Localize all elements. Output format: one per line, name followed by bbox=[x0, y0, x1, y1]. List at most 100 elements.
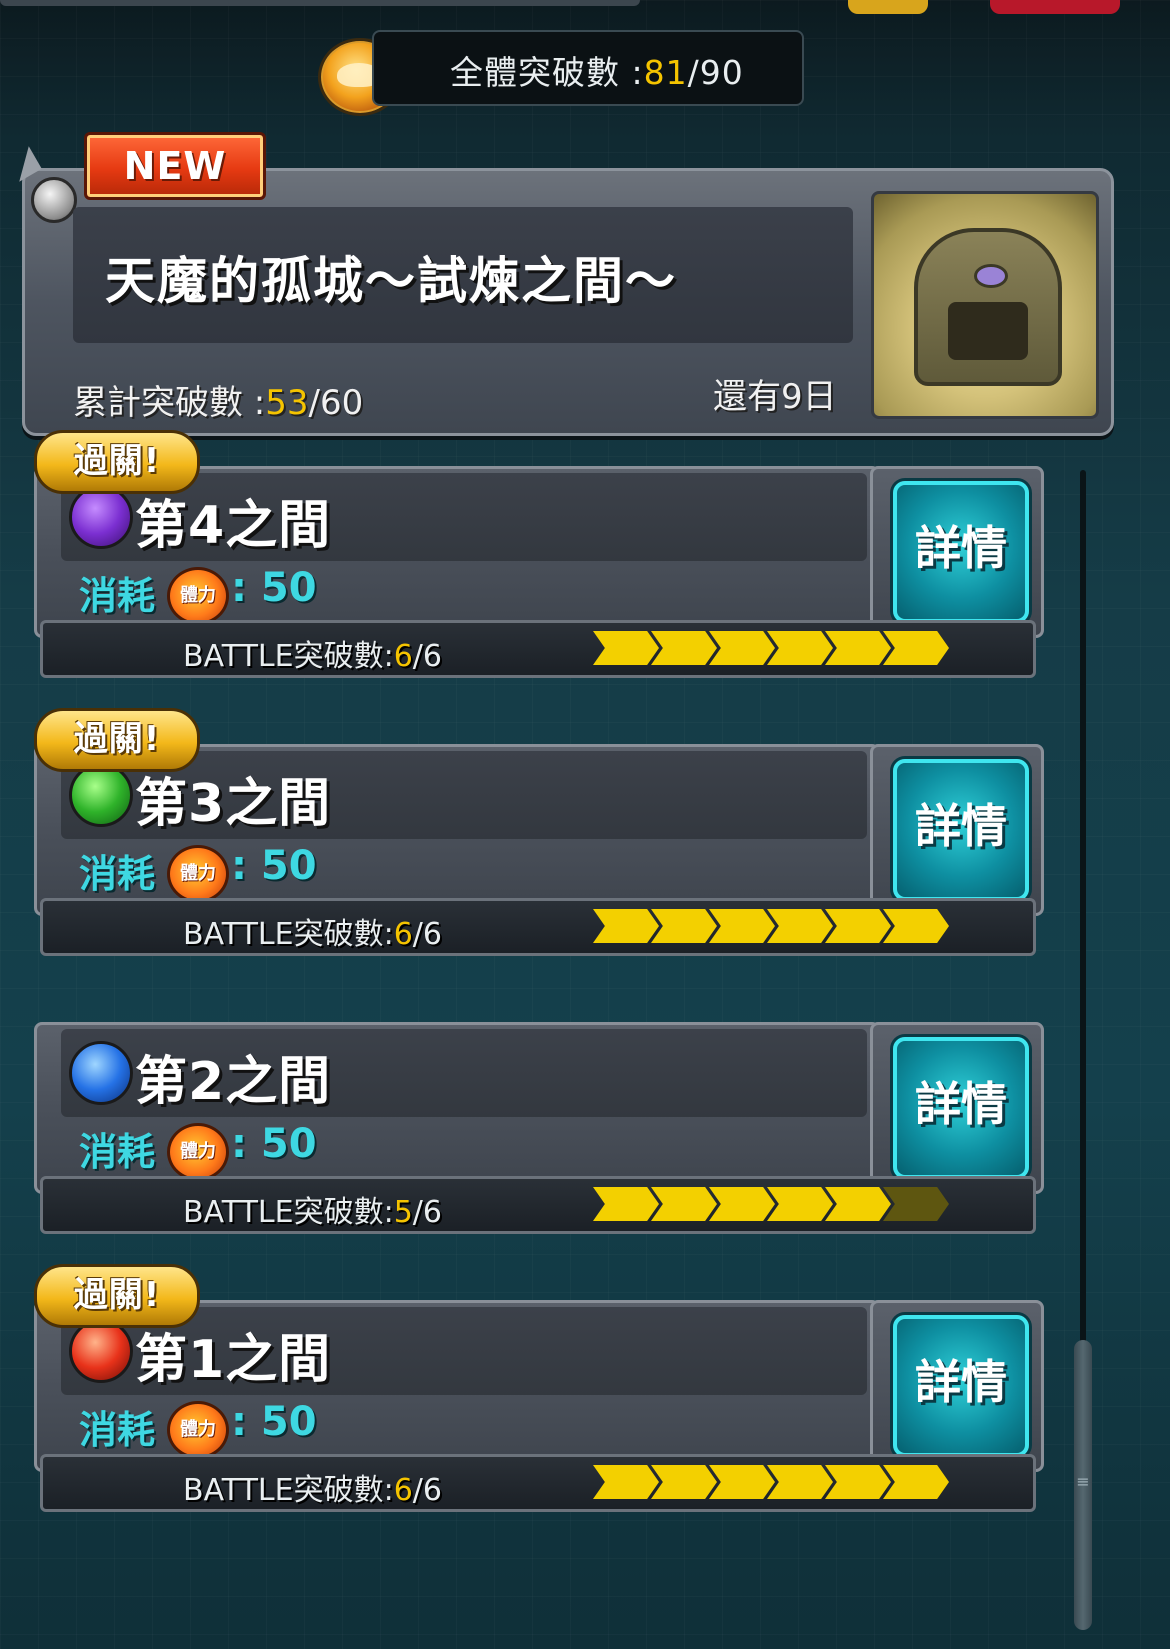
quest-remaining-days: 還有9日 bbox=[713, 377, 837, 417]
stamina-icon: 體力 bbox=[167, 1401, 229, 1459]
cost-value: : 50 bbox=[231, 843, 317, 889]
battle-breakthrough-bar: BATTLE突破數:5/6 bbox=[40, 1176, 1036, 1234]
pin-spike bbox=[6, 146, 42, 182]
progress-chevron bbox=[709, 909, 775, 943]
stamina-icon-label: 體力 bbox=[180, 1419, 216, 1440]
room-panel: 第4之間消耗 體力 : 50 詳情 BATTLE突破數:6/6 bbox=[34, 466, 1044, 678]
stamina-icon-label: 體力 bbox=[180, 863, 216, 884]
detail-button[interactable]: 詳情 bbox=[893, 1315, 1029, 1457]
room-card[interactable]: 過關! 第4之間消耗 體力 : 50 詳情 BATTLE突破數:6/6 bbox=[34, 430, 1044, 678]
progress-chevron bbox=[825, 909, 891, 943]
detail-frame: 詳情 bbox=[870, 1022, 1044, 1194]
progress-chevron bbox=[825, 1187, 891, 1221]
detail-button-label: 詳情 bbox=[915, 1077, 1007, 1131]
progress-chevron bbox=[651, 909, 717, 943]
room-card[interactable]: 第2之間消耗 體力 : 50 詳情 BATTLE突破數:5/6 bbox=[34, 986, 1044, 1234]
cleared-badge: 過關! bbox=[34, 1264, 200, 1328]
room-name: 第4之間 bbox=[135, 496, 332, 556]
room-name: 第1之間 bbox=[135, 1330, 332, 1390]
progress-chevron bbox=[767, 1465, 833, 1499]
new-badge-label: NEW bbox=[123, 144, 227, 188]
progress-chevron bbox=[709, 1187, 775, 1221]
cleared-label: 過關! bbox=[73, 1275, 161, 1315]
room-panel: 第3之間 消耗 體力: 50 詳情 BATTLE突破數:6/6 bbox=[34, 744, 1044, 956]
room-name: 第2之間 bbox=[135, 1052, 332, 1112]
detail-button[interactable]: 詳情 bbox=[893, 1037, 1029, 1179]
stamina-icon: 體力 bbox=[167, 1123, 229, 1181]
fire-element-icon bbox=[69, 1319, 133, 1383]
top-red-button-edge[interactable] bbox=[990, 0, 1120, 14]
room-card[interactable]: 過關! 第3之間 消耗 體力: 50 詳情 BATTLE突破數:6/6 bbox=[34, 708, 1044, 956]
boss-portrait-image bbox=[871, 191, 1099, 419]
progress-chevron bbox=[883, 1465, 949, 1499]
top-gold-button-edge[interactable] bbox=[848, 0, 928, 14]
progress-chevron bbox=[825, 631, 891, 665]
progress-chevron bbox=[593, 909, 659, 943]
progress-chevron bbox=[767, 1187, 833, 1221]
top-bar-edge bbox=[0, 0, 640, 6]
progress-chevron bbox=[883, 1187, 949, 1221]
progress-chevron bbox=[709, 631, 775, 665]
battle-breakthrough-bar: BATTLE突破數:6/6 bbox=[40, 620, 1036, 678]
battle-breakthrough-text: BATTLE突破數:6/6 bbox=[183, 917, 442, 952]
boss-gate-shape bbox=[914, 228, 1062, 386]
stamina-icon: 體力 bbox=[167, 845, 229, 903]
cleared-label: 過關! bbox=[73, 719, 161, 759]
room-card[interactable]: 過關! 第1之間消耗 體力 : 50 詳情 BATTLE突破數:6/6 bbox=[34, 1264, 1044, 1512]
battle-breakthrough-bar: BATTLE突破數:6/6 bbox=[40, 1454, 1036, 1512]
stamina-icon: 體力 bbox=[167, 567, 229, 625]
progress-chevron bbox=[767, 631, 833, 665]
battle-breakthrough-text: BATTLE突破數:5/6 bbox=[183, 1195, 442, 1230]
cost-value: : 50 bbox=[231, 565, 317, 611]
cleared-label: 過關! bbox=[73, 441, 161, 481]
quest-accum-breakthrough: 累計突破數 :53/60 bbox=[73, 383, 364, 423]
pin-icon bbox=[31, 177, 77, 223]
detail-frame: 詳情 bbox=[870, 744, 1044, 916]
progress-chevron bbox=[825, 1465, 891, 1499]
top-strip bbox=[0, 0, 1170, 14]
total-breakthrough-text: 全體突破數 :81/90 bbox=[450, 53, 744, 92]
battle-progress-chevrons bbox=[593, 1187, 965, 1221]
battle-breakthrough-bar: BATTLE突破數:6/6 bbox=[40, 898, 1036, 956]
room-panel: 第2之間消耗 體力 : 50 詳情 BATTLE突破數:5/6 bbox=[34, 1022, 1044, 1234]
progress-chevron bbox=[767, 909, 833, 943]
cleared-badge: 過關! bbox=[34, 430, 200, 494]
progress-chevron bbox=[593, 1187, 659, 1221]
cleared-badge: 過關! bbox=[34, 708, 200, 772]
cost-value: : 50 bbox=[231, 1399, 317, 1445]
new-badge: NEW bbox=[84, 132, 266, 200]
progress-chevron bbox=[651, 1465, 717, 1499]
detail-frame: 詳情 bbox=[870, 466, 1044, 638]
quest-name: 天魔的孤城～試煉之間～ bbox=[105, 252, 677, 310]
quest-card[interactable]: 天魔的孤城～試煉之間～ 累計突破數 :53/60 還有9日 bbox=[6, 146, 1114, 436]
battle-progress-chevrons bbox=[593, 631, 965, 665]
cost-label: 消耗 bbox=[79, 1130, 156, 1174]
battle-breakthrough-text: BATTLE突破數:6/6 bbox=[183, 639, 442, 674]
cost-value: : 50 bbox=[231, 1121, 317, 1167]
progress-chevron bbox=[709, 1465, 775, 1499]
cost-label: 消耗 bbox=[79, 1408, 156, 1452]
progress-chevron bbox=[883, 909, 949, 943]
progress-chevron bbox=[651, 631, 717, 665]
boss-mouth-shape bbox=[948, 302, 1028, 360]
progress-chevron bbox=[651, 1187, 717, 1221]
progress-chevron bbox=[883, 631, 949, 665]
water-element-icon bbox=[69, 1041, 133, 1105]
detail-button-label: 詳情 bbox=[915, 521, 1007, 575]
cost-label: 消耗 bbox=[79, 574, 156, 618]
stamina-icon-label: 體力 bbox=[180, 1141, 216, 1162]
detail-button[interactable]: 詳情 bbox=[893, 481, 1029, 623]
boss-eye-shape bbox=[974, 264, 1008, 288]
scroll-grip-icon: ≡ bbox=[1076, 1472, 1090, 1491]
dark-element-icon bbox=[69, 485, 133, 549]
stamina-icon-label: 體力 bbox=[180, 585, 216, 606]
progress-chevron bbox=[593, 631, 659, 665]
detail-button-label: 詳情 bbox=[915, 799, 1007, 853]
progress-chevron bbox=[593, 1465, 659, 1499]
room-panel: 第1之間消耗 體力 : 50 詳情 BATTLE突破數:6/6 bbox=[34, 1300, 1044, 1512]
room-main-plate[interactable]: 第2之間消耗 體力 : 50 bbox=[34, 1022, 880, 1194]
detail-button[interactable]: 詳情 bbox=[893, 759, 1029, 901]
total-breakthrough-bar: 全體突破數 :81/90 bbox=[372, 30, 804, 106]
cost-label: 消耗 bbox=[79, 852, 156, 896]
battle-progress-chevrons bbox=[593, 909, 965, 943]
